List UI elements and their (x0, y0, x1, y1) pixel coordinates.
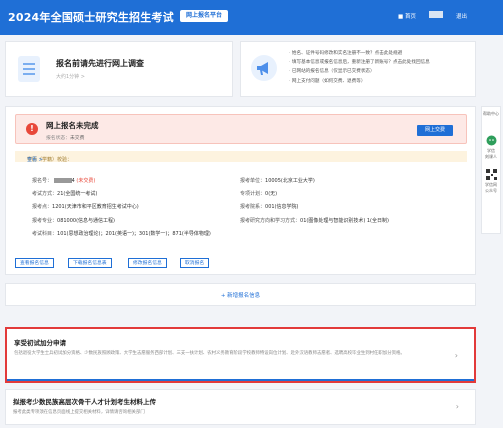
username-display (429, 11, 443, 18)
document-icon (18, 56, 40, 82)
download-form-button[interactable]: 下载报名信息表 (68, 258, 112, 268)
dept-field: 报考院系：001(信息学院) (240, 204, 299, 210)
home-link[interactable]: ■ 首页 (398, 12, 416, 20)
logout-link[interactable]: 退出 (456, 12, 467, 20)
wechat-icon[interactable] (486, 135, 497, 146)
cancel-registration-button[interactable]: 取消报名 (180, 258, 210, 268)
qr-code-icon[interactable] (486, 169, 497, 180)
plan-field: 专项计划：0(无) (240, 191, 278, 197)
survey-card[interactable]: 报名前请先进行网上调查 大约1分钟 > (5, 41, 233, 97)
direction-field: 报考研究方向和学习方式：01(图像处理与智能识别技术) 1(全日制) (240, 218, 389, 224)
minority-title: 拟报考少数民族高层次骨干人才计划考生材料上传 (13, 398, 156, 406)
notice-item[interactable]: 姓名、证件号码修改和实名注册不一致？点击此处规避 (289, 49, 430, 58)
chevron-right-icon: › (454, 351, 458, 360)
add-registration-button[interactable]: + 新增报名信息 (6, 291, 475, 299)
add-registration-bar[interactable]: + 新增报名信息 (5, 283, 476, 306)
status-sub: 报名状态：未交费 (46, 136, 85, 141)
minority-description: 报考此类专项须在信息页面线上提交相关材料，详情请咨询相关部门 (13, 410, 145, 415)
qr-label: 学信网 公众号 (485, 182, 497, 193)
page-title: 2024年全国硕士研究生招生考试 (8, 11, 174, 24)
education-check: 学历（学籍）校验： 查看 > (15, 151, 467, 163)
unit-field: 报考单位：10005(北京工业大学) (240, 178, 315, 184)
megaphone-icon (251, 55, 277, 81)
notice-card: 姓名、证件号码修改和实名注册不一致？点击此处规避 填写基本信息或报名信息后，重新… (240, 41, 476, 97)
major-field: 报考专业：081000(信息与通信工程) (32, 218, 116, 224)
chevron-right-icon: › (455, 402, 459, 411)
platform-badge: 网上报名平台 (180, 10, 229, 22)
status-title: 网上报名未完成 (46, 121, 99, 130)
bonus-description: 包括退役大学生士兵初试加分资格、少数民族照顾政策、大学生志愿服务西部计划、三支一… (14, 351, 405, 356)
notice-item[interactable]: 网上支付问题（如何交费、退费等） (289, 77, 430, 86)
notice-item[interactable]: 填写基本信息或报名信息后，重新注册了新账号？点击此处找回信息 (289, 58, 430, 67)
registration-panel: ! 网上报名未完成 报名状态：未交费 网上交费 学历（学籍）校验： 查看 > 报名… (5, 106, 476, 275)
notice-item[interactable]: 已网站的报名信息（仅显示已交费状态） (289, 67, 430, 76)
survey-subtext[interactable]: 大约1分钟 > (56, 73, 85, 80)
reg-no-field: 报名号： 4 (未交费) (32, 178, 96, 184)
help-center-link[interactable]: 帮助中心 (482, 111, 500, 117)
wechat-label: 学信 刻课人 (485, 148, 497, 159)
survey-heading: 报名前请先进行网上调查 (56, 59, 144, 68)
pay-online-button[interactable]: 网上交费 (417, 125, 453, 136)
warning-icon: ! (26, 123, 38, 135)
test-site-field: 报考点：1201(天津市和平区教育招生考试中心) (32, 204, 139, 210)
minority-upload-card[interactable]: 拟报考少数民族高层次骨干人才计划考生材料上传 报考此类专项须在信息页面线上提交相… (5, 389, 476, 425)
exam-type-field: 考试方式：21(全国统一考试) (32, 191, 98, 197)
view-registration-button[interactable]: 查看报名信息 (15, 258, 54, 268)
status-alert: ! 网上报名未完成 报名状态：未交费 网上交费 (15, 114, 467, 144)
right-sidebar: 帮助中心 学信 刻课人 学信网 公众号 (481, 106, 501, 234)
subjects-field: 考试科目：101(思想政治理论)；201(英语一)；301(数学一)；871(半… (32, 231, 211, 237)
notice-list: 姓名、证件号码修改和实名注册不一致？点击此处规避 填写基本信息或报名信息后，重新… (289, 49, 430, 86)
education-view-link[interactable]: 查看 > (27, 156, 43, 163)
edit-registration-button[interactable]: 修改报名信息 (128, 258, 167, 268)
bonus-application-card[interactable]: 享受初试加分申请 包括退役大学生士兵初试加分资格、少数民族照顾政策、大学生志愿服… (5, 327, 476, 383)
bonus-title: 享受初试加分申请 (14, 339, 66, 347)
top-header: 2024年全国硕士研究生招生考试 网上报名平台 ■ 首页 退出 (0, 0, 503, 35)
accent-bar (7, 379, 474, 381)
